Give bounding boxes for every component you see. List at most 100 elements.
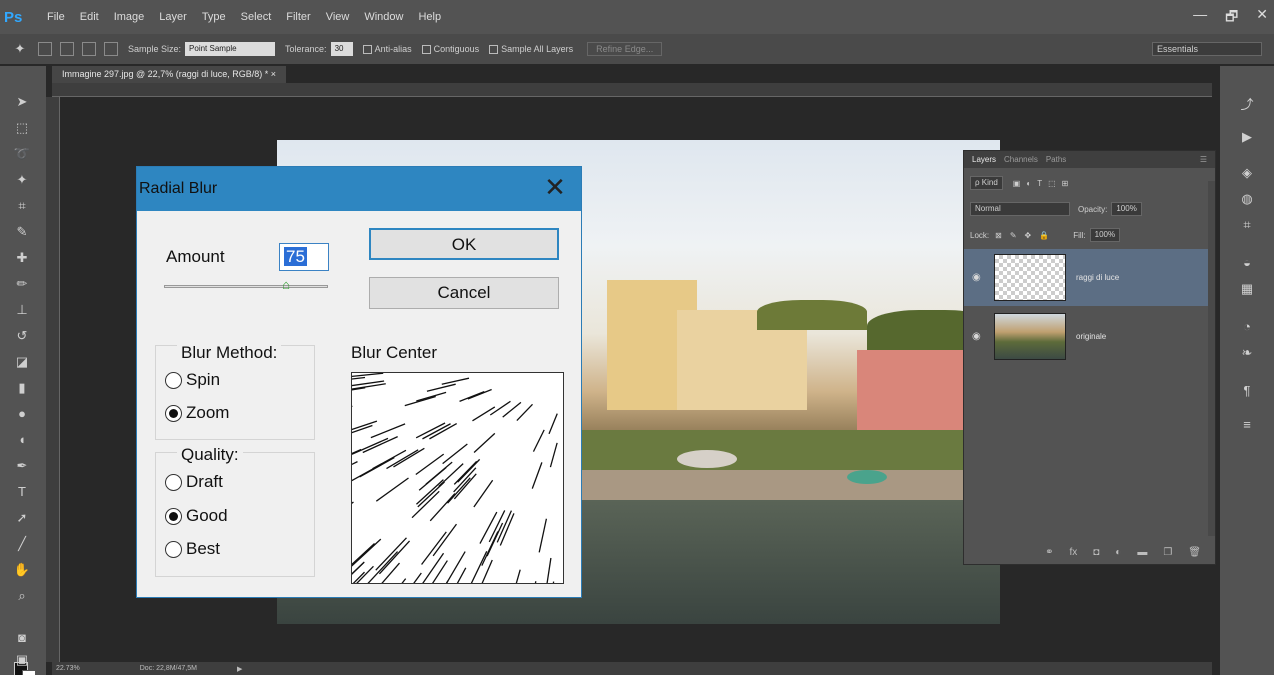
line-tool-icon[interactable]: ╱ [12, 536, 32, 552]
character-panel-icon[interactable]: ≡ [1236, 416, 1258, 434]
tolerance-input[interactable]: 30 [330, 42, 353, 56]
menu-layer[interactable]: Layer [159, 11, 187, 23]
styles-panel-icon[interactable]: ▦ [1236, 280, 1258, 298]
trash-icon[interactable]: 🗑 [1188, 547, 1201, 558]
gradient-tool-icon[interactable]: ▮ [12, 380, 32, 396]
quick-mask-icon[interactable]: ◙ [12, 630, 32, 646]
fx-icon[interactable]: fx [1069, 547, 1077, 558]
layer-originale[interactable]: ◉ originale [964, 308, 1215, 365]
move-tool-icon[interactable]: ➤ [12, 94, 32, 110]
amount-slider-thumb[interactable]: ⌂ [281, 277, 291, 293]
dodge-tool-icon[interactable]: ◖ [12, 432, 32, 448]
ok-button[interactable]: OK [369, 228, 559, 260]
kind-filter-select[interactable]: ρ Kind [970, 176, 1003, 190]
paragraph-panel-icon[interactable]: ¶ [1236, 382, 1258, 400]
pen-tool-icon[interactable]: ✒ [12, 458, 32, 474]
history-brush-icon[interactable]: ↺ [12, 328, 32, 344]
tab-paths[interactable]: Paths [1046, 155, 1066, 164]
eraser-tool-icon[interactable]: ◪ [12, 354, 32, 370]
intersect-selection-icon[interactable] [104, 42, 118, 56]
cancel-button[interactable]: Cancel [369, 277, 559, 309]
stamp-tool-icon[interactable]: ⊥ [12, 302, 32, 318]
radio-good[interactable]: Good [165, 506, 228, 526]
menu-help[interactable]: Help [418, 11, 441, 23]
menu-image[interactable]: Image [114, 11, 145, 23]
menu-type[interactable]: Type [202, 11, 226, 23]
history-panel-icon[interactable]: ⤴ [1236, 96, 1258, 114]
magic-wand-icon[interactable]: ✦ [10, 41, 30, 57]
color-panel-icon[interactable]: ◍ [1236, 190, 1258, 208]
layer-raggi-di-luce[interactable]: ◉ raggi di luce [964, 249, 1215, 306]
swatches-panel-icon[interactable]: ⌗ [1236, 216, 1258, 234]
healing-tool-icon[interactable]: ✚ [12, 250, 32, 266]
blur-center-preview[interactable] [351, 372, 564, 584]
workspace-select[interactable]: Essentials [1152, 42, 1262, 56]
sample-size-select[interactable]: Point Sample [185, 42, 276, 56]
blur-tool-icon[interactable]: ● [12, 406, 32, 422]
anti-alias-checkbox[interactable] [362, 44, 372, 54]
screen-mode-icon[interactable]: ▣ [12, 652, 32, 668]
tab-channels[interactable]: Channels [1004, 155, 1038, 164]
mask-icon[interactable]: ◘ [1093, 547, 1099, 558]
folder-icon[interactable]: ▬ [1137, 547, 1147, 558]
brush-panel-icon[interactable]: ◔ [1236, 318, 1258, 336]
fill-input[interactable]: 100% [1089, 228, 1121, 242]
radio-draft[interactable]: Draft [165, 472, 223, 492]
close-window-button[interactable]: ✕ [1256, 6, 1268, 30]
type-tool-icon[interactable]: T [12, 484, 32, 500]
restore-button[interactable]: 🗗 [1225, 6, 1238, 30]
amount-slider-track[interactable] [164, 285, 328, 288]
menu-file[interactable]: File [47, 11, 65, 23]
radio-zoom-circle[interactable] [165, 404, 182, 422]
minimize-button[interactable]: — [1193, 6, 1207, 30]
refine-edge-button[interactable]: Refine Edge... [587, 42, 663, 56]
clone-source-icon[interactable]: ❧ [1236, 344, 1258, 362]
subtract-selection-icon[interactable] [82, 42, 96, 56]
document-tab[interactable]: Immagine 297.jpg @ 22,7% (raggi di luce,… [52, 66, 286, 83]
menu-edit[interactable]: Edit [80, 11, 99, 23]
lock-icons[interactable]: ⊠✎✥🔒 [995, 231, 1057, 240]
radio-draft-circle[interactable] [165, 473, 182, 491]
background-color-swatch[interactable] [22, 670, 36, 675]
panel-menu-icon[interactable]: ☰ [1200, 155, 1207, 164]
menu-filter[interactable]: Filter [286, 11, 310, 23]
hand-tool-icon[interactable]: ✋ [12, 562, 32, 578]
link-icon[interactable]: ⚭ [1045, 547, 1053, 558]
adjustment-icon[interactable]: ◐ [1115, 547, 1121, 558]
layers-scrollbar[interactable] [1208, 181, 1215, 536]
layers-panel-icon[interactable]: ◈ [1236, 164, 1258, 182]
adjustments-panel-icon[interactable]: ◒ [1236, 254, 1258, 272]
opacity-input[interactable]: 100% [1111, 202, 1142, 216]
visibility-eye-icon[interactable]: ◉ [972, 331, 990, 342]
radio-spin[interactable]: Spin [165, 370, 220, 390]
contiguous-checkbox[interactable] [421, 44, 431, 54]
add-selection-icon[interactable] [60, 42, 74, 56]
blend-mode-select[interactable]: Normal [970, 202, 1070, 216]
radio-best-circle[interactable] [165, 540, 182, 558]
path-selection-icon[interactable]: ➚ [12, 510, 32, 526]
new-layer-icon[interactable]: ❐ [1163, 547, 1172, 558]
eyedropper-tool-icon[interactable]: ✎ [12, 224, 32, 240]
magic-wand-tool-icon[interactable]: ✦ [12, 172, 32, 188]
crop-tool-icon[interactable]: ⌗ [12, 198, 32, 214]
sample-all-layers-checkbox[interactable] [489, 44, 499, 54]
radio-spin-circle[interactable] [165, 371, 182, 389]
zoom-tool-icon[interactable]: ⌕ [12, 588, 32, 604]
status-menu-arrow-icon[interactable]: ▶ [237, 665, 242, 673]
lasso-tool-icon[interactable]: ➰ [12, 146, 32, 162]
new-selection-icon[interactable] [38, 42, 52, 56]
amount-input[interactable]: 75 [279, 243, 329, 271]
zoom-level[interactable]: 22.73% [56, 665, 80, 672]
radio-zoom[interactable]: Zoom [165, 403, 229, 423]
brush-tool-icon[interactable]: ✏ [12, 276, 32, 292]
visibility-eye-icon[interactable]: ◉ [972, 272, 990, 283]
menu-window[interactable]: Window [364, 11, 403, 23]
menu-view[interactable]: View [326, 11, 350, 23]
menu-select[interactable]: Select [241, 11, 272, 23]
radio-good-circle[interactable] [165, 507, 182, 525]
actions-panel-icon[interactable]: ▶ [1236, 128, 1258, 146]
filter-type-icons[interactable]: ▣◐T⬚⊞ [1013, 179, 1075, 188]
tab-layers[interactable]: Layers [972, 155, 996, 164]
close-icon[interactable]: ✕ [543, 174, 567, 200]
marquee-tool-icon[interactable]: ⬚ [12, 120, 32, 136]
